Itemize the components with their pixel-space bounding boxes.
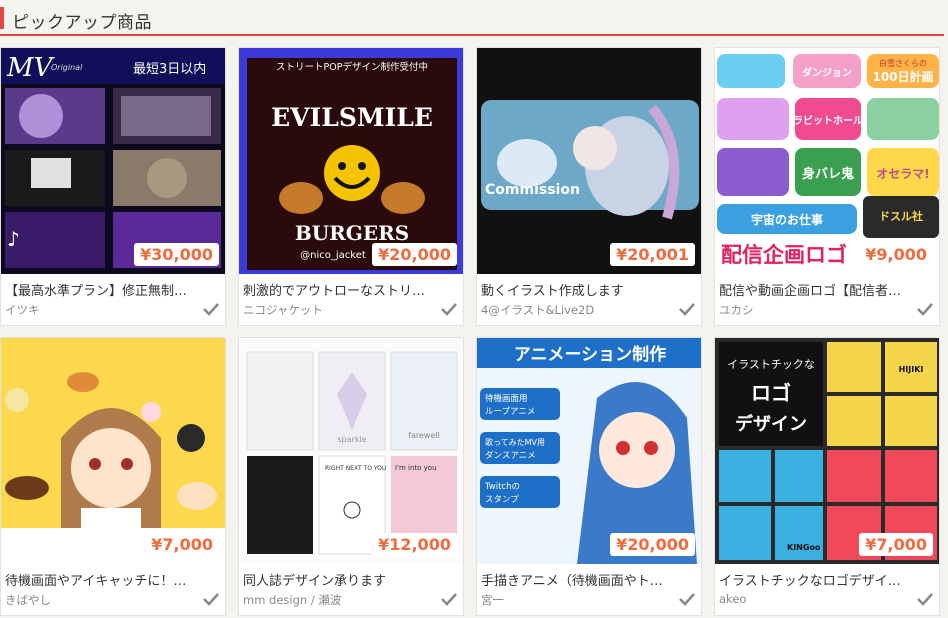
product-thumbnail[interactable]: アニメーション制作 待機画面用 ループアニメ 歌ってみたMV用 ダンスアニメ T…	[477, 338, 701, 564]
product-card[interactable]: イラストチックな ロゴ デザイン HIJIKI KINGoo ¥7,000 イラ…	[714, 337, 940, 616]
svg-text:ロゴ: ロゴ	[751, 381, 791, 405]
check-icon[interactable]	[441, 592, 457, 606]
price-badge: ¥20,000	[372, 243, 457, 266]
svg-text:ストリートPOPデザイン制作受付中: ストリートPOPデザイン制作受付中	[276, 61, 428, 73]
product-thumbnail[interactable]: ¥7,000	[1, 338, 225, 564]
svg-text:Commission: Commission	[485, 182, 580, 198]
product-title[interactable]: 刺激的でアウトローなストリ…	[243, 280, 461, 299]
product-title[interactable]: 手描きアニメ（待機画面やト…	[481, 570, 699, 589]
seller-name[interactable]: イツキ	[5, 302, 195, 318]
svg-text:ラビットホール: ラビットホール	[793, 114, 863, 127]
product-thumbnail[interactable]: sparkle farewell RIGHT NEXT TO YOU I'm i…	[239, 338, 463, 564]
product-thumbnail[interactable]: Commission ¥20,001	[477, 48, 701, 274]
svg-text:RIGHT NEXT TO YOU: RIGHT NEXT TO YOU	[325, 465, 386, 472]
header-accent-bar	[0, 7, 4, 29]
svg-text:ループアニメ: ループアニメ	[485, 407, 535, 417]
product-title[interactable]: 待機画面やアイキャッチに！…	[5, 570, 223, 589]
check-icon[interactable]	[203, 592, 219, 606]
svg-text:アニメーション制作: アニメーション制作	[514, 344, 666, 365]
svg-text:配信企画ロゴ: 配信企画ロゴ	[721, 243, 847, 267]
seller-name[interactable]: akeo	[719, 592, 909, 606]
product-thumbnail[interactable]: ストリートPOPデザイン制作受付中 EVILSMILE BURGERS @nic…	[239, 48, 463, 274]
svg-text:Original: Original	[51, 63, 83, 72]
price-badge: ¥20,000	[610, 533, 695, 556]
product-card[interactable]: Commission ¥20,001 動くイラスト作成します 4@イラスト&Li…	[476, 47, 702, 326]
product-title[interactable]: 【最高水準プラン】修正無制…	[5, 280, 223, 299]
seller-name[interactable]: 宮一	[481, 592, 671, 608]
svg-text:I'm into you: I'm into you	[395, 464, 437, 472]
seller-name[interactable]: ユカシ	[719, 302, 909, 318]
svg-text:最短3日以内: 最短3日以内	[133, 61, 206, 77]
svg-text:BURGERS: BURGERS	[295, 221, 409, 245]
check-icon[interactable]	[679, 302, 695, 316]
svg-text:歌ってみたMV用: 歌ってみたMV用	[485, 437, 545, 447]
check-icon[interactable]	[203, 302, 219, 316]
svg-text:白雪さくらの: 白雪さくらの	[879, 58, 927, 68]
svg-text:HIJIKI: HIJIKI	[899, 365, 924, 374]
svg-text:EVILSMILE: EVILSMILE	[271, 103, 433, 132]
svg-text:デザイン: デザイン	[735, 413, 807, 435]
check-icon[interactable]	[917, 592, 933, 606]
svg-text:farewell: farewell	[408, 431, 440, 440]
seller-name[interactable]: ニコジャケット	[243, 302, 433, 318]
product-title[interactable]: 動くイラスト作成します	[481, 280, 699, 299]
price-badge: ¥9,000	[859, 243, 933, 266]
mv-text: MV	[6, 53, 55, 83]
product-card[interactable]: ¥7,000 待機画面やアイキャッチに！… きばやし	[0, 337, 226, 616]
section-title: ピックアップ商品	[12, 13, 152, 33]
svg-text:100日計画: 100日計画	[872, 69, 933, 84]
svg-text:待機画面用: 待機画面用	[485, 393, 528, 404]
svg-text:ダンスアニメ: ダンスアニメ	[485, 450, 536, 461]
product-grid: MV Original 最短3日以内 ♪ ¥30,000 【最高水準プラン】修正…	[0, 47, 948, 618]
product-thumbnail[interactable]: ダンジョン 白雪さくらの 100日計画 ラビットホール 身バレ鬼 オセラマ! 宇…	[715, 48, 939, 274]
product-card[interactable]: アニメーション制作 待機画面用 ループアニメ 歌ってみたMV用 ダンスアニメ T…	[476, 337, 702, 616]
product-card[interactable]: sparkle farewell RIGHT NEXT TO YOU I'm i…	[238, 337, 464, 616]
svg-text:KINGoo: KINGoo	[787, 543, 821, 552]
product-card[interactable]: ストリートPOPデザイン制作受付中 EVILSMILE BURGERS @nic…	[238, 47, 464, 326]
product-card[interactable]: ダンジョン 白雪さくらの 100日計画 ラビットホール 身バレ鬼 オセラマ! 宇…	[714, 47, 940, 326]
price-badge: ¥12,000	[372, 533, 457, 556]
check-icon[interactable]	[679, 592, 695, 606]
section-header: ピックアップ商品	[0, 0, 944, 36]
svg-text:オセラマ!: オセラマ!	[876, 167, 929, 181]
svg-text:ドスル社: ドスル社	[879, 209, 923, 223]
product-title[interactable]: 同人誌デザイン承ります	[243, 570, 461, 589]
svg-text:♪: ♪	[7, 227, 20, 251]
svg-text:sparkle: sparkle	[337, 435, 366, 444]
svg-text:イラストチックな: イラストチックな	[727, 358, 815, 371]
product-title[interactable]: イラストチックなロゴデザイ…	[719, 570, 937, 589]
product-card[interactable]: MV Original 最短3日以内 ♪ ¥30,000 【最高水準プラン】修正…	[0, 47, 226, 326]
svg-text:身バレ鬼: 身バレ鬼	[802, 166, 854, 182]
svg-text:宇宙のお仕事: 宇宙のお仕事	[751, 212, 823, 227]
product-thumbnail[interactable]: イラストチックな ロゴ デザイン HIJIKI KINGoo ¥7,000	[715, 338, 939, 564]
svg-text:Twitchの: Twitchの	[484, 482, 520, 492]
price-badge: ¥7,000	[859, 533, 933, 556]
seller-name[interactable]: きばやし	[5, 592, 195, 608]
product-title[interactable]: 配信や動画企画ロゴ【配信者…	[719, 280, 937, 299]
check-icon[interactable]	[917, 302, 933, 316]
price-badge: ¥20,001	[610, 243, 695, 266]
seller-name[interactable]: mm design / 瀬波	[243, 592, 433, 608]
price-badge: ¥7,000	[145, 533, 219, 556]
product-thumbnail[interactable]: MV Original 最短3日以内 ♪ ¥30,000	[1, 48, 225, 274]
seller-name[interactable]: 4@イラスト&Live2D	[481, 302, 671, 318]
svg-text:@nico_jacket: @nico_jacket	[300, 250, 366, 261]
svg-text:スタンプ: スタンプ	[485, 495, 519, 505]
check-icon[interactable]	[441, 302, 457, 316]
svg-text:ダンジョン: ダンジョン	[802, 66, 852, 79]
price-badge: ¥30,000	[134, 243, 219, 266]
